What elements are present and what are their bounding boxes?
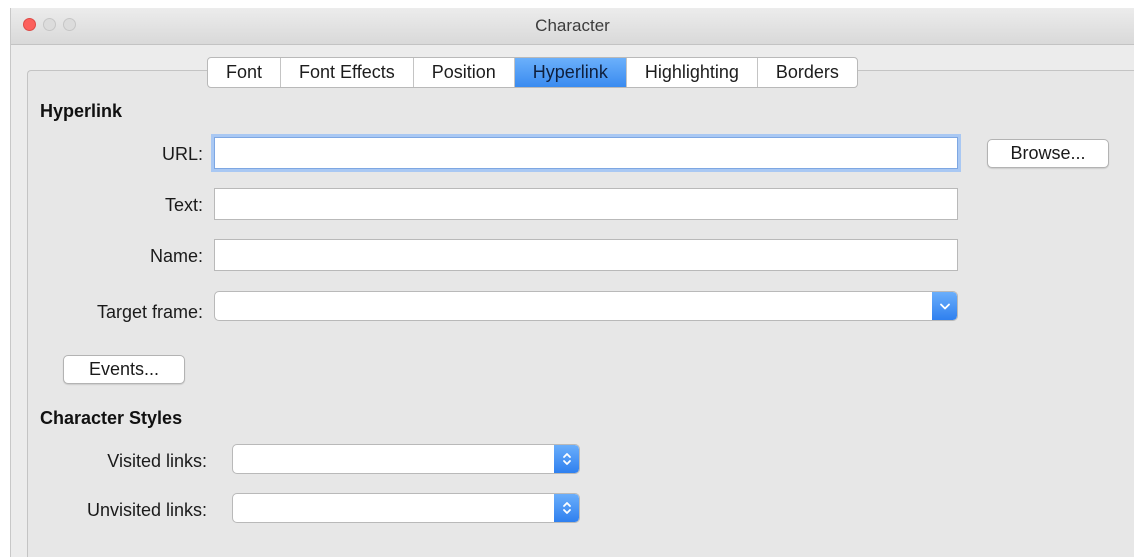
unvisited-links-label: Unvisited links:: [86, 500, 207, 520]
tab-borders[interactable]: Borders: [758, 58, 857, 87]
up-down-chevron-icon: [562, 453, 571, 465]
unvisited-links-stepper[interactable]: [554, 494, 579, 522]
text-input[interactable]: [214, 188, 958, 220]
visited-links-select[interactable]: [232, 444, 580, 474]
target-frame-dropdown-button[interactable]: [932, 292, 957, 320]
name-label: Name:: [149, 246, 203, 266]
up-down-chevron-icon: [562, 502, 571, 514]
visited-links-stepper[interactable]: [554, 445, 579, 473]
browse-button[interactable]: Browse...: [987, 139, 1109, 168]
character-styles-section-title: Character Styles: [40, 408, 183, 428]
url-label: URL:: [161, 144, 203, 164]
tab-highlighting[interactable]: Highlighting: [627, 58, 758, 87]
text-label: Text:: [164, 195, 203, 215]
url-input[interactable]: [214, 137, 958, 169]
window-title: Character: [535, 16, 610, 35]
target-frame-label: Target frame:: [96, 302, 203, 322]
events-button[interactable]: Events...: [63, 355, 185, 384]
tab-font[interactable]: Font: [208, 58, 282, 87]
title-bar: Character: [11, 8, 1134, 45]
hyperlink-section-title: Hyperlink: [40, 101, 123, 121]
tab-position[interactable]: Position: [414, 58, 515, 87]
tab-bar: Font Font Effects Position Hyperlink Hig…: [207, 57, 858, 88]
name-input[interactable]: [214, 239, 958, 271]
unvisited-links-select[interactable]: [232, 493, 580, 523]
tab-font-effects[interactable]: Font Effects: [281, 58, 414, 87]
visited-links-label: Visited links:: [107, 451, 207, 471]
tab-hyperlink[interactable]: Hyperlink: [514, 58, 627, 87]
target-frame-combobox[interactable]: [214, 291, 958, 321]
chevron-down-icon: [939, 303, 950, 309]
character-dialog: Character Font Font Effects Position Hyp…: [10, 8, 1134, 557]
